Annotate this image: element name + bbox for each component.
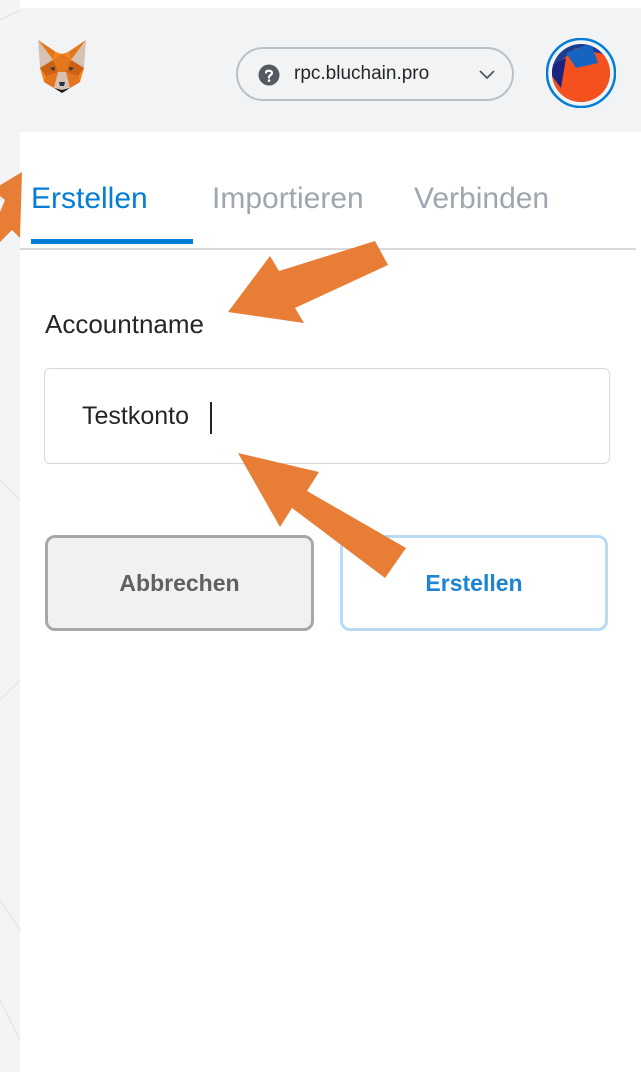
tab-verbinden[interactable]: Verbinden <box>414 182 549 216</box>
network-name: rpc.bluchain.pro <box>294 63 430 84</box>
metamask-popup: rpc.bluchain.pro Erstellen Importieren V… <box>20 0 641 1072</box>
app-header: rpc.bluchain.pro <box>20 8 641 132</box>
account-tabs: Erstellen Importieren Verbinden <box>20 172 636 250</box>
metamask-fox-logo[interactable] <box>36 38 88 94</box>
create-button[interactable]: Erstellen <box>340 535 608 631</box>
cancel-button[interactable]: Abbrechen <box>45 535 314 631</box>
text-cursor <box>210 402 212 434</box>
tab-importieren[interactable]: Importieren <box>212 182 364 216</box>
tab-erstellen[interactable]: Erstellen <box>31 182 148 216</box>
account-name-input[interactable] <box>44 368 610 464</box>
network-selector[interactable]: rpc.bluchain.pro <box>236 47 514 101</box>
active-tab-indicator <box>31 239 193 244</box>
question-circle-icon <box>258 64 280 86</box>
account-identicon[interactable] <box>546 38 616 108</box>
account-name-label: Accountname <box>45 309 204 339</box>
chevron-down-icon <box>479 70 495 80</box>
